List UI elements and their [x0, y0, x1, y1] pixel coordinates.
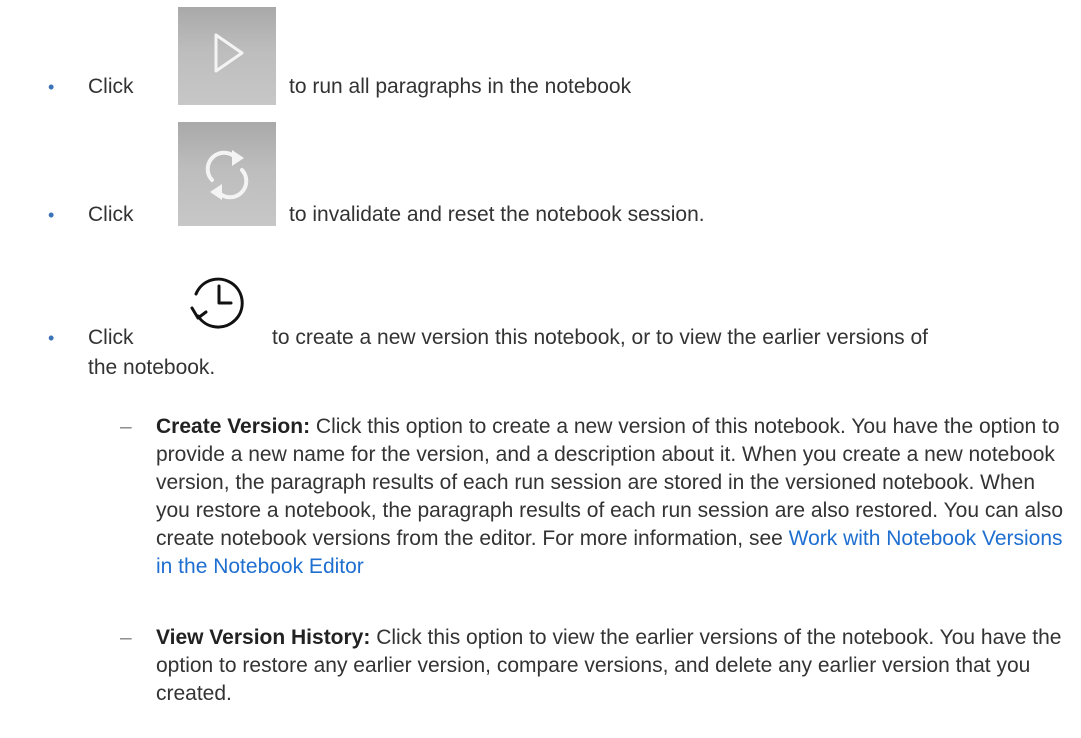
dash: –: [120, 626, 132, 649]
click-label: Click: [88, 326, 134, 349]
dash: –: [120, 415, 132, 438]
create-version-paragraph: Create Version: Click this option to cre…: [156, 413, 1071, 581]
click-label: Click: [88, 203, 134, 226]
bullet: •: [48, 77, 55, 97]
run-all-button[interactable]: [178, 7, 276, 105]
version-description-line2: the notebook.: [88, 356, 216, 379]
create-version-term: Create Version:: [156, 415, 311, 438]
run-all-description: to run all paragraphs in the notebook: [289, 75, 632, 98]
view-history-term: View Version History:: [156, 626, 371, 649]
version-description-line1: to create a new version this notebook, o…: [272, 326, 929, 349]
click-label: Click: [88, 75, 134, 98]
bullet: •: [48, 205, 55, 225]
view-history-paragraph: View Version History: Click this option …: [156, 624, 1071, 708]
refresh-icon: [205, 150, 249, 200]
bullet: •: [48, 328, 55, 348]
reset-description: to invalidate and reset the notebook ses…: [289, 203, 705, 226]
reset-session-button[interactable]: [178, 122, 276, 226]
version-button[interactable]: [184, 272, 254, 334]
play-icon: [214, 33, 244, 73]
history-clock-icon: [190, 277, 244, 329]
